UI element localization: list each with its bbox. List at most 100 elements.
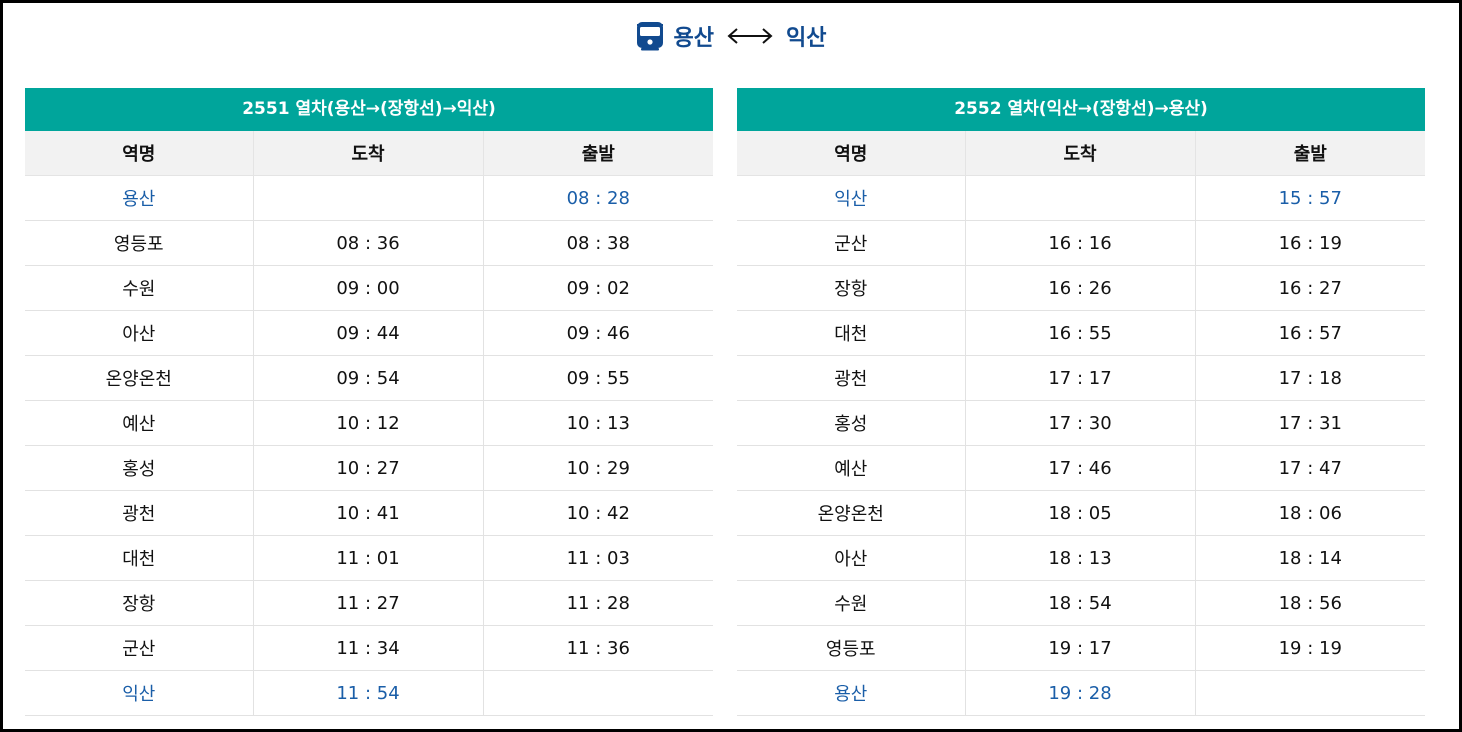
station-cell: 홍성	[737, 400, 965, 446]
station-cell: 온양온천	[737, 490, 965, 536]
arrival-cell: 11 : 54	[252, 670, 483, 716]
departure-cell: 18 : 14	[1194, 535, 1425, 581]
arrival-cell	[252, 175, 483, 221]
departure-cell	[482, 670, 713, 716]
station-cell: 홍성	[25, 445, 253, 491]
table-row: 광천 17 : 17 17 : 18	[737, 355, 1425, 401]
departure-cell: 11 : 36	[482, 625, 713, 671]
station-cell: 예산	[737, 445, 965, 491]
departure-cell: 18 : 06	[1194, 490, 1425, 536]
arrival-cell: 11 : 01	[252, 535, 483, 581]
table-row: 장항 16 : 26 16 : 27	[737, 265, 1425, 311]
arrival-cell: 11 : 27	[252, 580, 483, 626]
departure-cell: 17 : 31	[1194, 400, 1425, 446]
station-cell: 광천	[737, 355, 965, 401]
arrival-cell: 16 : 26	[964, 265, 1195, 311]
timetable-frame: 용산 익산 2551 열차(용산→(장항선)→익산) 역명 도착 출발 용산 08…	[0, 0, 1462, 732]
departure-cell: 17 : 18	[1194, 355, 1425, 401]
train-caption: 2552 열차(익산→(장항선)→용산)	[737, 88, 1425, 131]
table-row: 아산 09 : 44 09 : 46	[25, 310, 713, 356]
table-row: 예산 17 : 46 17 : 47	[737, 445, 1425, 491]
route-to: 익산	[786, 26, 827, 51]
departure-cell: 09 : 46	[482, 310, 713, 356]
table-row: 익산 11 : 54	[25, 670, 713, 716]
arrival-cell: 19 : 17	[964, 625, 1195, 671]
arrival-cell: 17 : 46	[964, 445, 1195, 491]
departure-cell: 10 : 13	[482, 400, 713, 446]
table-row: 수원 18 : 54 18 : 56	[737, 580, 1425, 626]
station-cell: 아산	[25, 310, 253, 356]
departure-cell: 09 : 02	[482, 265, 713, 311]
departure-cell	[1194, 670, 1425, 716]
table-row: 수원 09 : 00 09 : 02	[25, 265, 713, 311]
table-row: 온양온천 18 : 05 18 : 06	[737, 490, 1425, 536]
column-headers: 역명 도착 출발	[25, 131, 713, 176]
departure-cell: 18 : 56	[1194, 580, 1425, 626]
station-cell: 영등포	[25, 220, 253, 266]
route-title: 용산 익산	[3, 19, 1459, 53]
station-cell: 장항	[737, 265, 965, 311]
arrival-cell: 18 : 54	[964, 580, 1195, 626]
station-cell: 장항	[25, 580, 253, 626]
arrival-cell: 18 : 13	[964, 535, 1195, 581]
arrival-cell: 09 : 00	[252, 265, 483, 311]
departure-cell: 16 : 19	[1194, 220, 1425, 266]
station-cell: 아산	[737, 535, 965, 581]
column-header-departure: 출발	[1194, 131, 1425, 176]
column-headers: 역명 도착 출발	[737, 131, 1425, 176]
table-row: 예산 10 : 12 10 : 13	[25, 400, 713, 446]
station-cell: 광천	[25, 490, 253, 536]
column-header-arrival: 도착	[252, 131, 483, 176]
arrival-cell: 16 : 16	[964, 220, 1195, 266]
arrival-cell: 11 : 34	[252, 625, 483, 671]
route-from: 용산	[673, 26, 714, 51]
station-cell: 용산	[25, 175, 253, 221]
station-cell: 대천	[25, 535, 253, 581]
station-cell: 익산	[25, 670, 253, 716]
departure-cell: 09 : 55	[482, 355, 713, 401]
station-cell: 군산	[25, 625, 253, 671]
departure-cell: 17 : 47	[1194, 445, 1425, 491]
arrival-cell: 17 : 30	[964, 400, 1195, 446]
arrival-cell: 10 : 12	[252, 400, 483, 446]
station-cell: 온양온천	[25, 355, 253, 401]
departure-cell: 08 : 28	[482, 175, 713, 221]
table-row: 대천 16 : 55 16 : 57	[737, 310, 1425, 356]
double-arrow-icon	[726, 26, 774, 46]
table-row: 용산 08 : 28	[25, 175, 713, 221]
station-cell: 수원	[25, 265, 253, 311]
column-header-station: 역명	[25, 131, 253, 176]
arrival-cell: 09 : 44	[252, 310, 483, 356]
table-row: 군산 11 : 34 11 : 36	[25, 625, 713, 671]
table-row: 홍성 17 : 30 17 : 31	[737, 400, 1425, 446]
table-row: 익산 15 : 57	[737, 175, 1425, 221]
arrival-cell: 09 : 54	[252, 355, 483, 401]
train-icon	[636, 21, 664, 51]
departure-cell: 19 : 19	[1194, 625, 1425, 671]
arrival-cell	[964, 175, 1195, 221]
departure-cell: 16 : 27	[1194, 265, 1425, 311]
departure-cell: 11 : 28	[482, 580, 713, 626]
timetables: 2551 열차(용산→(장항선)→익산) 역명 도착 출발 용산 08 : 28 영…	[25, 88, 1425, 716]
arrival-cell: 19 : 28	[964, 670, 1195, 716]
timetable-2551: 2551 열차(용산→(장항선)→익산) 역명 도착 출발 용산 08 : 28 영…	[25, 88, 713, 716]
arrival-cell: 17 : 17	[964, 355, 1195, 401]
station-cell: 예산	[25, 400, 253, 446]
train-caption: 2551 열차(용산→(장항선)→익산)	[25, 88, 713, 131]
departure-cell: 08 : 38	[482, 220, 713, 266]
station-cell: 용산	[737, 670, 965, 716]
table-row: 대천 11 : 01 11 : 03	[25, 535, 713, 581]
arrival-cell: 10 : 41	[252, 490, 483, 536]
timetable-2552: 2552 열차(익산→(장항선)→용산) 역명 도착 출발 익산 15 : 57 군…	[737, 88, 1425, 716]
arrival-cell: 16 : 55	[964, 310, 1195, 356]
station-cell: 군산	[737, 220, 965, 266]
departure-cell: 10 : 42	[482, 490, 713, 536]
table-row: 용산 19 : 28	[737, 670, 1425, 716]
table-row: 아산 18 : 13 18 : 14	[737, 535, 1425, 581]
departure-cell: 15 : 57	[1194, 175, 1425, 221]
table-row: 광천 10 : 41 10 : 42	[25, 490, 713, 536]
departure-cell: 10 : 29	[482, 445, 713, 491]
column-header-station: 역명	[737, 131, 965, 176]
table-row: 영등포 08 : 36 08 : 38	[25, 220, 713, 266]
column-header-arrival: 도착	[964, 131, 1195, 176]
